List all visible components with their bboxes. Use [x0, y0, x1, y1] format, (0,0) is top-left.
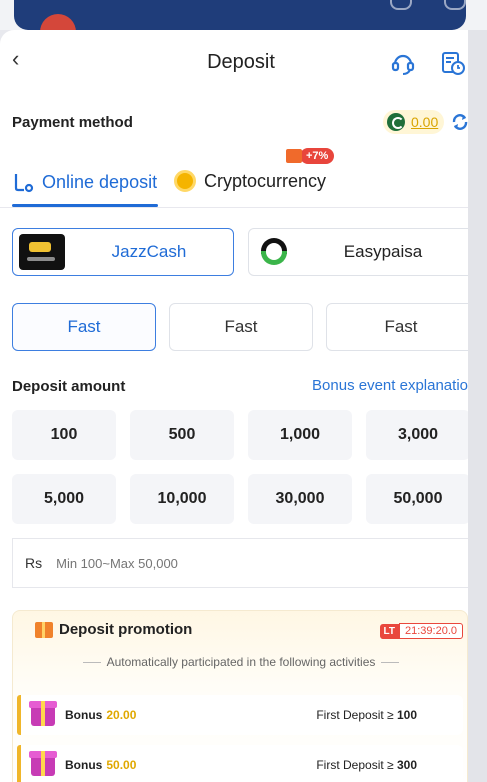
channel-option[interactable]: Fast [326, 303, 468, 351]
method-jazzcash-label: JazzCash [111, 242, 187, 261]
amount-input-row: Rs [12, 538, 468, 588]
bonus-label: Bonus [65, 708, 103, 722]
tab-online-deposit[interactable]: Online deposit [12, 170, 157, 194]
promotion-title: Deposit promotion [59, 621, 193, 638]
crypto-promo-badge: +7% [286, 148, 335, 164]
amount-option[interactable]: 500 [130, 410, 234, 460]
amount-option[interactable]: 5,000 [12, 474, 116, 524]
timer-value: 21:39:20.0 [399, 623, 463, 639]
tab-cryptocurrency-label: Cryptocurrency [204, 170, 327, 191]
deposit-amount-label: Deposit amount [12, 378, 126, 395]
online-deposit-icon [14, 174, 34, 193]
tab-cryptocurrency[interactable]: Cryptocurrency [174, 170, 326, 192]
gift-box-icon [29, 701, 57, 726]
promotion-header: Deposit promotion [35, 621, 192, 638]
deposit-tabs: Online deposit Cryptocurrency [0, 164, 468, 208]
amount-option[interactable]: 50,000 [366, 474, 468, 524]
customer-service-icon[interactable] [390, 50, 416, 76]
promotion-timer: LT 21:39:20.0 [379, 623, 463, 639]
promotion-subtitle: Automatically participated in the follow… [13, 655, 468, 669]
balance-value: 0.00 [411, 114, 439, 130]
jazzcash-logo [19, 234, 65, 270]
balance-widget: 0.00 [383, 108, 468, 136]
payment-method-label: Payment method [12, 114, 133, 131]
promotion-row[interactable]: Bonus 20.00 First Deposit ≥ 100 [17, 695, 463, 735]
gift-box-icon [29, 751, 57, 776]
top-strip [0, 0, 487, 34]
channel-option[interactable]: Fast [12, 303, 156, 351]
promo-percent: +7% [300, 148, 335, 164]
deposit-history-icon[interactable] [440, 50, 466, 76]
currency-label: Rs [25, 555, 43, 571]
bonus-amount: 20.00 [106, 708, 137, 722]
amount-option[interactable]: 1,000 [248, 410, 352, 460]
amount-option[interactable]: 100 [12, 410, 116, 460]
amount-input[interactable] [56, 555, 357, 571]
amount-option[interactable]: 3,000 [366, 410, 468, 460]
timer-tag: LT [379, 623, 399, 639]
tab-online-deposit-label: Online deposit [42, 171, 158, 192]
method-jazzcash[interactable]: JazzCash [12, 228, 234, 276]
refresh-icon[interactable] [450, 112, 468, 132]
pakistan-flag-icon [387, 113, 405, 131]
balance-pill: 0.00 [383, 110, 445, 134]
gift-icon [286, 149, 302, 163]
amount-option[interactable]: 30,000 [248, 474, 352, 524]
right-rail [468, 30, 487, 782]
bonus-amount: 50.00 [106, 758, 137, 772]
method-easypaisa[interactable]: Easypaisa [248, 228, 468, 276]
bonus-label: Bonus [65, 758, 103, 772]
amount-option[interactable]: 10,000 [130, 474, 234, 524]
bonus-condition: First Deposit ≥ 300 [316, 758, 417, 772]
active-tab-indicator [12, 204, 158, 207]
easypaisa-logo [259, 237, 289, 267]
deposit-promotion-card: Deposit promotion LT 21:39:20.0 Automati… [12, 610, 468, 782]
promotion-row[interactable]: Bonus 50.00 First Deposit ≥ 300 [17, 745, 463, 782]
bonus-explanation-link[interactable]: Bonus event explanatio [312, 377, 468, 394]
bitcoin-icon [174, 170, 196, 192]
header: ‹ Deposit [0, 30, 468, 92]
bonus-condition: First Deposit ≥ 100 [316, 708, 417, 722]
deposit-panel: ‹ Deposit Payment method 0.00 +7% Online… [0, 30, 468, 782]
channel-option[interactable]: Fast [169, 303, 313, 351]
gift-icon [35, 621, 53, 638]
method-easypaisa-label: Easypaisa [343, 242, 423, 261]
